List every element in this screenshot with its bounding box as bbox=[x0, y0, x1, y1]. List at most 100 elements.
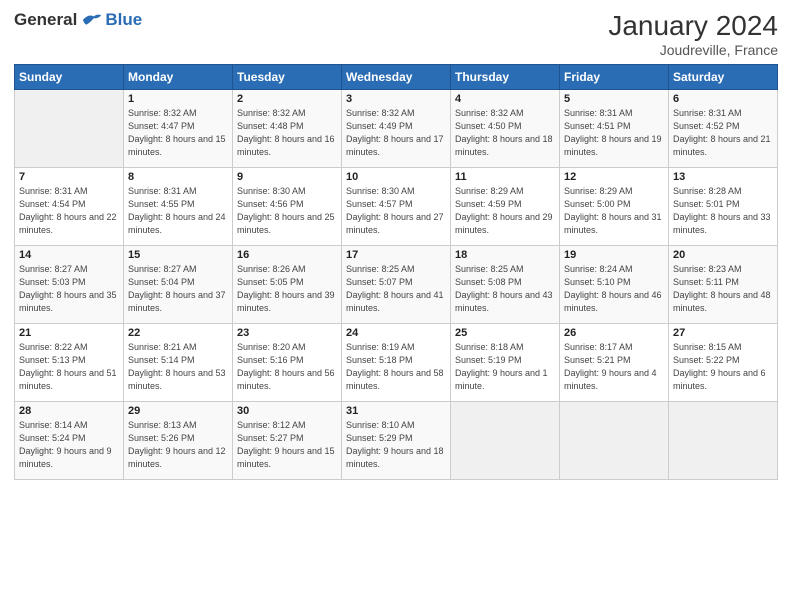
day-info: Sunrise: 8:26 AMSunset: 5:05 PMDaylight:… bbox=[237, 263, 337, 315]
day-number: 25 bbox=[455, 327, 555, 339]
calendar-cell: 27Sunrise: 8:15 AMSunset: 5:22 PMDayligh… bbox=[669, 324, 778, 402]
day-info: Sunrise: 8:32 AMSunset: 4:49 PMDaylight:… bbox=[346, 107, 446, 159]
day-info: Sunrise: 8:13 AMSunset: 5:26 PMDaylight:… bbox=[128, 419, 228, 471]
day-number: 8 bbox=[128, 171, 228, 183]
day-number: 7 bbox=[19, 171, 119, 183]
title-block: January 2024 Joudreville, France bbox=[608, 10, 778, 58]
calendar-cell: 19 Sunrise: 8:24 AMSunset: 5:10 PMDayligh… bbox=[560, 246, 669, 324]
calendar-cell: 31 Sunrise: 8:10 AMSunset: 5:29 PMDayligh… bbox=[342, 402, 451, 480]
calendar-cell: 18 Sunrise: 8:25 AMSunset: 5:08 PMDayligh… bbox=[451, 246, 560, 324]
day-number: 11 bbox=[455, 171, 555, 183]
logo: General Blue bbox=[14, 10, 142, 30]
day-info: Sunrise: 8:24 AMSunset: 5:10 PMDaylight:… bbox=[564, 263, 664, 315]
calendar-cell: 28 Sunrise: 8:14 AMSunset: 5:24 PMDayligh… bbox=[15, 402, 124, 480]
day-number: 23 bbox=[237, 327, 337, 339]
day-info: Sunrise: 8:25 AMSunset: 5:07 PMDaylight:… bbox=[346, 263, 446, 315]
calendar-cell: 23 Sunrise: 8:20 AMSunset: 5:16 PMDayligh… bbox=[233, 324, 342, 402]
calendar-week-2: 7 Sunrise: 8:31 AMSunset: 4:54 PMDaylight… bbox=[15, 168, 778, 246]
day-info: Sunrise: 8:10 AMSunset: 5:29 PMDaylight:… bbox=[346, 419, 446, 471]
day-info: Sunrise: 8:32 AMSunset: 4:48 PMDaylight:… bbox=[237, 107, 337, 159]
day-number: 1 bbox=[128, 93, 228, 105]
day-number: 31 bbox=[346, 405, 446, 417]
calendar-subtitle: Joudreville, France bbox=[608, 42, 778, 58]
day-info: Sunrise: 8:22 AMSunset: 5:13 PMDaylight:… bbox=[19, 341, 119, 393]
day-info: Sunrise: 8:30 AMSunset: 4:57 PMDaylight:… bbox=[346, 185, 446, 237]
day-number: 26 bbox=[564, 327, 664, 339]
calendar-week-3: 14Sunrise: 8:27 AMSunset: 5:03 PMDayligh… bbox=[15, 246, 778, 324]
day-number: 14 bbox=[19, 249, 119, 261]
header-day-tuesday: Tuesday bbox=[233, 65, 342, 90]
day-info: Sunrise: 8:31 AMSunset: 4:54 PMDaylight:… bbox=[19, 185, 119, 237]
calendar-cell bbox=[669, 402, 778, 480]
calendar-container: General Blue January 2024 Joudreville, F… bbox=[0, 0, 792, 490]
day-number: 13 bbox=[673, 171, 773, 183]
day-info: Sunrise: 8:21 AMSunset: 5:14 PMDaylight:… bbox=[128, 341, 228, 393]
day-number: 21 bbox=[19, 327, 119, 339]
calendar-cell: 24Sunrise: 8:19 AMSunset: 5:18 PMDayligh… bbox=[342, 324, 451, 402]
calendar-cell: 10 Sunrise: 8:30 AMSunset: 4:57 PMDayligh… bbox=[342, 168, 451, 246]
day-number: 22 bbox=[128, 327, 228, 339]
day-number: 6 bbox=[673, 93, 773, 105]
header-day-saturday: Saturday bbox=[669, 65, 778, 90]
day-info: Sunrise: 8:20 AMSunset: 5:16 PMDaylight:… bbox=[237, 341, 337, 393]
day-number: 10 bbox=[346, 171, 446, 183]
header-day-friday: Friday bbox=[560, 65, 669, 90]
day-info: Sunrise: 8:12 AMSunset: 5:27 PMDaylight:… bbox=[237, 419, 337, 471]
calendar-week-5: 28 Sunrise: 8:14 AMSunset: 5:24 PMDayligh… bbox=[15, 402, 778, 480]
calendar-week-1: 1 Sunrise: 8:32 AMSunset: 4:47 PMDaylight… bbox=[15, 90, 778, 168]
day-info: Sunrise: 8:31 AMSunset: 4:51 PMDaylight:… bbox=[564, 107, 664, 159]
day-number: 16 bbox=[237, 249, 337, 261]
header-day-thursday: Thursday bbox=[451, 65, 560, 90]
calendar-cell: 25 Sunrise: 8:18 AMSunset: 5:19 PMDayligh… bbox=[451, 324, 560, 402]
calendar-cell: 9Sunrise: 8:30 AMSunset: 4:56 PMDaylight… bbox=[233, 168, 342, 246]
day-number: 29 bbox=[128, 405, 228, 417]
day-info: Sunrise: 8:28 AMSunset: 5:01 PMDaylight:… bbox=[673, 185, 773, 237]
day-number: 15 bbox=[128, 249, 228, 261]
day-number: 3 bbox=[346, 93, 446, 105]
calendar-cell: 14Sunrise: 8:27 AMSunset: 5:03 PMDayligh… bbox=[15, 246, 124, 324]
day-number: 27 bbox=[673, 327, 773, 339]
calendar-header-row: SundayMondayTuesdayWednesdayThursdayFrid… bbox=[15, 65, 778, 90]
calendar-cell bbox=[560, 402, 669, 480]
day-number: 20 bbox=[673, 249, 773, 261]
day-info: Sunrise: 8:32 AMSunset: 4:50 PMDaylight:… bbox=[455, 107, 555, 159]
day-info: Sunrise: 8:32 AMSunset: 4:47 PMDaylight:… bbox=[128, 107, 228, 159]
calendar-cell: 12 Sunrise: 8:29 AMSunset: 5:00 PMDayligh… bbox=[560, 168, 669, 246]
calendar-cell: 5 Sunrise: 8:31 AMSunset: 4:51 PMDaylight… bbox=[560, 90, 669, 168]
day-info: Sunrise: 8:29 AMSunset: 5:00 PMDaylight:… bbox=[564, 185, 664, 237]
day-number: 9 bbox=[237, 171, 337, 183]
calendar-cell: 3 Sunrise: 8:32 AMSunset: 4:49 PMDaylight… bbox=[342, 90, 451, 168]
day-number: 12 bbox=[564, 171, 664, 183]
day-number: 17 bbox=[346, 249, 446, 261]
calendar-table: SundayMondayTuesdayWednesdayThursdayFrid… bbox=[14, 64, 778, 480]
header-day-wednesday: Wednesday bbox=[342, 65, 451, 90]
calendar-cell: 16 Sunrise: 8:26 AMSunset: 5:05 PMDayligh… bbox=[233, 246, 342, 324]
day-info: Sunrise: 8:27 AMSunset: 5:04 PMDaylight:… bbox=[128, 263, 228, 315]
calendar-cell: 7 Sunrise: 8:31 AMSunset: 4:54 PMDaylight… bbox=[15, 168, 124, 246]
header-day-sunday: Sunday bbox=[15, 65, 124, 90]
logo-blue-text: Blue bbox=[105, 10, 142, 30]
day-info: Sunrise: 8:25 AMSunset: 5:08 PMDaylight:… bbox=[455, 263, 555, 315]
day-number: 24 bbox=[346, 327, 446, 339]
day-info: Sunrise: 8:31 AMSunset: 4:52 PMDaylight:… bbox=[673, 107, 773, 159]
calendar-cell: 2 Sunrise: 8:32 AMSunset: 4:48 PMDaylight… bbox=[233, 90, 342, 168]
calendar-cell: 30Sunrise: 8:12 AMSunset: 5:27 PMDayligh… bbox=[233, 402, 342, 480]
calendar-cell: 20Sunrise: 8:23 AMSunset: 5:11 PMDayligh… bbox=[669, 246, 778, 324]
calendar-cell: 13 Sunrise: 8:28 AMSunset: 5:01 PMDayligh… bbox=[669, 168, 778, 246]
calendar-cell: 26Sunrise: 8:17 AMSunset: 5:21 PMDayligh… bbox=[560, 324, 669, 402]
day-number: 5 bbox=[564, 93, 664, 105]
day-number: 2 bbox=[237, 93, 337, 105]
calendar-cell: 11Sunrise: 8:29 AMSunset: 4:59 PMDayligh… bbox=[451, 168, 560, 246]
day-info: Sunrise: 8:18 AMSunset: 5:19 PMDaylight:… bbox=[455, 341, 555, 393]
day-number: 28 bbox=[19, 405, 119, 417]
header-day-monday: Monday bbox=[124, 65, 233, 90]
calendar-title: January 2024 bbox=[608, 10, 778, 42]
day-number: 19 bbox=[564, 249, 664, 261]
day-info: Sunrise: 8:31 AMSunset: 4:55 PMDaylight:… bbox=[128, 185, 228, 237]
day-number: 4 bbox=[455, 93, 555, 105]
day-info: Sunrise: 8:14 AMSunset: 5:24 PMDaylight:… bbox=[19, 419, 119, 471]
day-number: 18 bbox=[455, 249, 555, 261]
calendar-cell: 22 Sunrise: 8:21 AMSunset: 5:14 PMDayligh… bbox=[124, 324, 233, 402]
calendar-cell: 21 Sunrise: 8:22 AMSunset: 5:13 PMDayligh… bbox=[15, 324, 124, 402]
calendar-cell bbox=[451, 402, 560, 480]
